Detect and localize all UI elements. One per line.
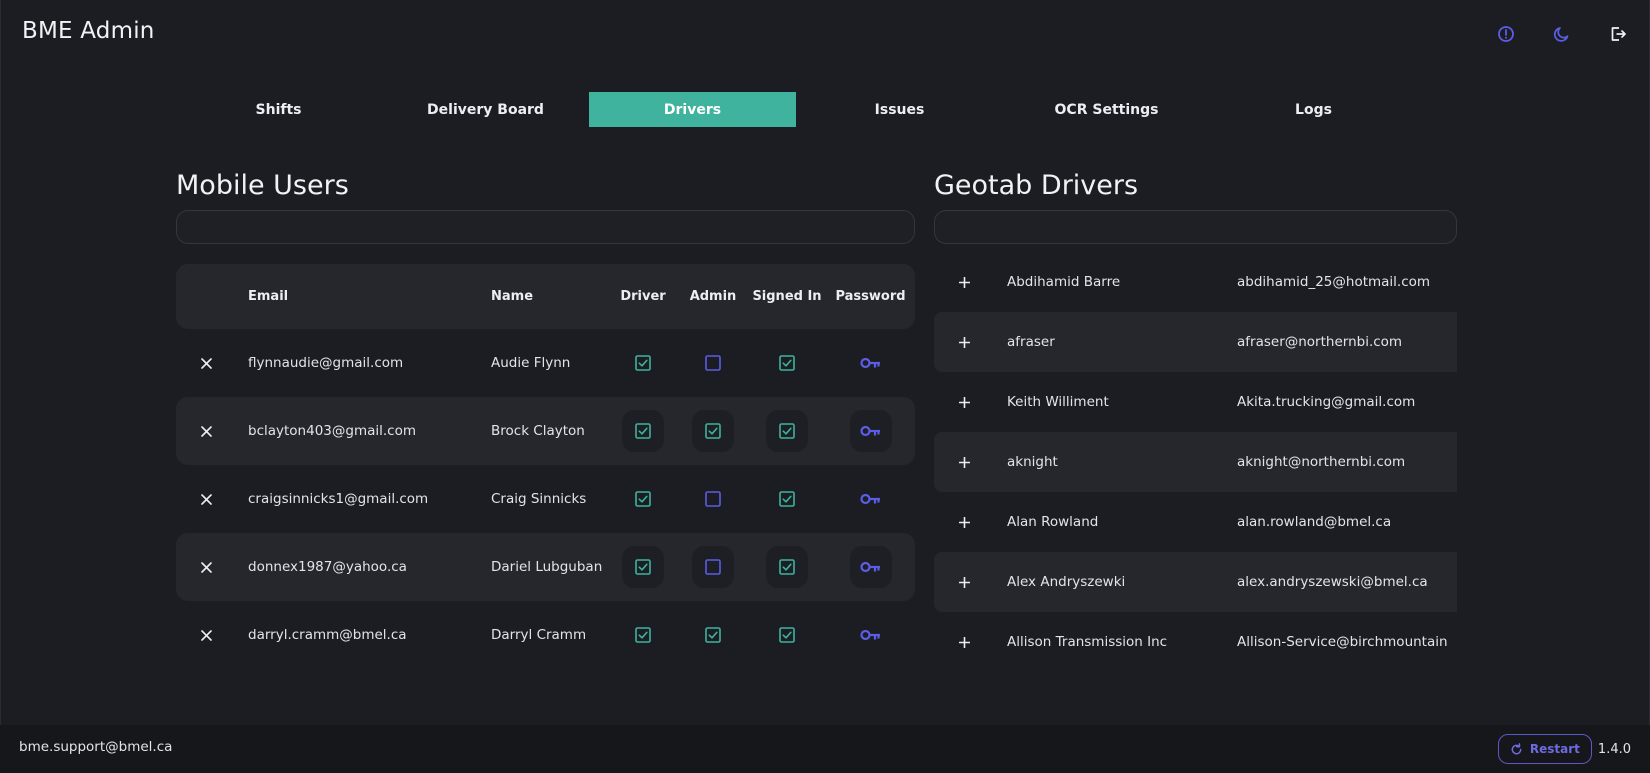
plus-icon[interactable] xyxy=(934,336,994,348)
driver-name: Allison Transmission Inc xyxy=(1007,634,1168,650)
restart-button[interactable]: Restart xyxy=(1497,734,1592,764)
geotab-search-input[interactable] xyxy=(934,210,1457,244)
geotab-drivers-title: Geotab Drivers xyxy=(934,170,1139,201)
close-icon[interactable] xyxy=(200,357,212,369)
driver-name: Abdihamid Barre xyxy=(1007,274,1121,290)
admin-checkbox[interactable] xyxy=(692,614,734,656)
col-password: Password xyxy=(835,289,906,304)
signed-in-checkbox[interactable] xyxy=(766,410,808,452)
driver-email: Allison-Service@birchmountain xyxy=(1237,634,1448,650)
table-row: craigsinnicks1@gmail.com Craig Sinnicks xyxy=(176,465,915,533)
driver-email: alan.rowland@bmel.ca xyxy=(1237,514,1392,530)
driver-checkbox[interactable] xyxy=(622,410,664,452)
key-icon[interactable] xyxy=(849,410,892,452)
col-email: Email xyxy=(248,289,289,304)
driver-name: aknight xyxy=(1007,454,1058,470)
close-icon[interactable] xyxy=(200,425,212,437)
list-item: Keith Williment Akita.trucking@gmail.com xyxy=(934,372,1457,432)
signed-in-checkbox[interactable] xyxy=(766,478,808,520)
key-icon[interactable] xyxy=(849,546,892,588)
admin-checkbox[interactable] xyxy=(692,342,734,384)
list-item: aknight aknight@northernbi.com xyxy=(934,432,1457,492)
signed-in-checkbox[interactable] xyxy=(766,614,808,656)
plus-icon[interactable] xyxy=(934,516,994,528)
list-item: Abdihamid Barre abdihamid_25@hotmail.com xyxy=(934,252,1457,312)
close-icon[interactable] xyxy=(200,493,212,505)
mobile-users-title: Mobile Users xyxy=(176,170,349,201)
mobile-users-table: Email Name Driver Admin Signed In Passwo… xyxy=(176,264,915,669)
moon-icon[interactable] xyxy=(1550,22,1574,46)
refresh-icon xyxy=(1511,742,1522,754)
app-version: 1.4.0 xyxy=(1597,741,1631,757)
signed-in-checkbox[interactable] xyxy=(766,342,808,384)
plus-icon[interactable] xyxy=(934,576,994,588)
driver-checkbox[interactable] xyxy=(622,478,664,520)
tab-ocr-settings[interactable]: OCR Settings xyxy=(1003,92,1210,127)
info-icon[interactable] xyxy=(1494,22,1518,46)
footer: bme.support@bmel.ca Restart 1.4.0 xyxy=(0,725,1650,773)
driver-email: alex.andryszewski@bmel.ca xyxy=(1237,574,1428,590)
key-icon[interactable] xyxy=(850,478,892,520)
col-driver: Driver xyxy=(620,289,666,304)
tab-drivers[interactable]: Drivers xyxy=(589,92,796,127)
support-email: bme.support@bmel.ca xyxy=(19,739,173,755)
col-name: Name xyxy=(491,288,534,304)
col-signed-in: Signed In xyxy=(752,288,822,304)
logout-icon[interactable] xyxy=(1606,22,1630,46)
user-name: Craig Sinnicks xyxy=(491,491,587,507)
driver-email: Akita.trucking@gmail.com xyxy=(1237,394,1416,410)
table-row: flynnaudie@gmail.com Audie Flynn xyxy=(176,329,915,397)
list-item: Alan Rowland alan.rowland@bmel.ca xyxy=(934,492,1457,552)
tab-issues[interactable]: Issues xyxy=(796,92,1003,127)
signed-in-checkbox[interactable] xyxy=(766,546,808,588)
list-item: Alex Andryszewki alex.andryszewski@bmel.c… xyxy=(934,552,1457,612)
user-email: flynnaudie@gmail.com xyxy=(248,355,404,371)
admin-checkbox[interactable] xyxy=(692,410,734,452)
user-name: Brock Clayton xyxy=(491,423,585,439)
user-email: craigsinnicks1@gmail.com xyxy=(248,491,429,507)
table-header: Email Name Driver Admin Signed In Passwo… xyxy=(176,264,915,329)
driver-checkbox[interactable] xyxy=(622,342,664,384)
driver-checkbox[interactable] xyxy=(622,614,664,656)
list-item: afraser afraser@northernbi.com xyxy=(934,312,1457,372)
driver-email: aknight@northernbi.com xyxy=(1237,454,1406,470)
app-title: BME Admin xyxy=(22,18,155,44)
col-admin: Admin xyxy=(689,289,737,304)
driver-name: Alan Rowland xyxy=(1007,514,1099,530)
close-icon[interactable] xyxy=(200,629,212,641)
driver-name: Alex Andryszewki xyxy=(1007,574,1126,590)
table-row: donnex1987@yahoo.ca Dariel Lubguban xyxy=(176,533,915,601)
tab-shifts[interactable]: Shifts xyxy=(175,92,382,127)
tab-logs[interactable]: Logs xyxy=(1210,92,1417,127)
key-icon[interactable] xyxy=(850,342,892,384)
geotab-drivers-list: Abdihamid Barre abdihamid_25@hotmail.coma… xyxy=(934,252,1457,672)
key-icon[interactable] xyxy=(850,614,892,656)
list-item: Allison Transmission Inc Allison-Service@… xyxy=(934,612,1457,672)
driver-email: afraser@northernbi.com xyxy=(1237,334,1403,350)
user-name: Darryl Cramm xyxy=(491,627,587,643)
user-name: Dariel Lubguban xyxy=(491,559,603,575)
user-name: Audie Flynn xyxy=(491,355,571,371)
driver-name: afraser xyxy=(1007,334,1055,350)
close-icon[interactable] xyxy=(200,561,212,573)
header-actions xyxy=(1494,22,1630,46)
driver-name: Keith Williment xyxy=(1007,394,1109,410)
restart-label: Restart xyxy=(1529,742,1580,756)
plus-icon[interactable] xyxy=(934,276,994,288)
driver-email: abdihamid_25@hotmail.com xyxy=(1237,274,1431,290)
main-tabs: Shifts Delivery Board Drivers Issues OCR… xyxy=(175,92,1465,128)
user-email: bclayton403@gmail.com xyxy=(248,423,416,439)
tab-delivery-board[interactable]: Delivery Board xyxy=(382,92,589,127)
user-email: donnex1987@yahoo.ca xyxy=(248,559,407,575)
plus-icon[interactable] xyxy=(934,396,994,408)
plus-icon[interactable] xyxy=(934,456,994,468)
admin-checkbox[interactable] xyxy=(692,478,734,520)
plus-icon[interactable] xyxy=(934,636,994,648)
admin-checkbox[interactable] xyxy=(692,546,734,588)
mobile-users-search-input[interactable] xyxy=(176,210,915,244)
table-row: bclayton403@gmail.com Brock Clayton xyxy=(176,397,915,465)
table-row: darryl.cramm@bmel.ca Darryl Cramm xyxy=(176,601,915,669)
driver-checkbox[interactable] xyxy=(622,546,664,588)
user-email: darryl.cramm@bmel.ca xyxy=(248,627,407,643)
